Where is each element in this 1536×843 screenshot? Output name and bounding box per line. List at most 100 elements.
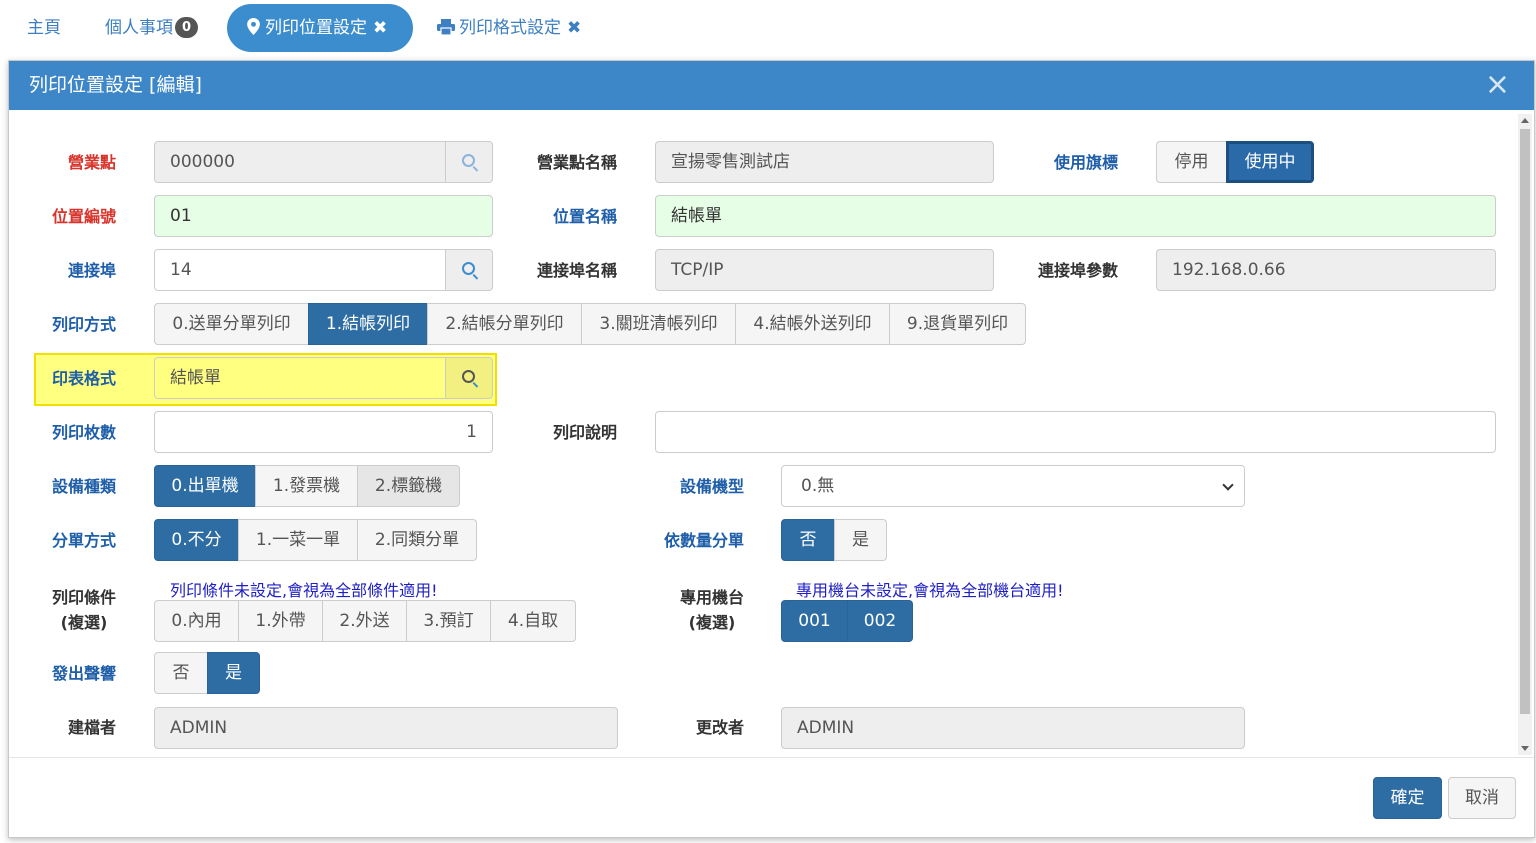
device-type-option-1[interactable]: 1.發票機 [255,465,358,507]
terminals-toggle: 001 002 [781,600,913,642]
split-toggle: 0.不分 1.一菜一單 2.同類分單 [154,519,477,561]
device-model-select[interactable]: 0.無 [781,465,1245,507]
store-id-group: 000000 [154,141,493,183]
modifier-label: 更改者 [695,718,744,737]
conditions-toggle: 0.內用 1.外帶 2.外送 3.預訂 4.自取 [154,600,576,642]
split-option-0[interactable]: 0.不分 [154,519,239,561]
terminals-label: 專用機台 (複選) [680,585,744,635]
flag-active-button[interactable]: 使用中 [1226,141,1314,183]
dialog-footer: 確定 取消 [9,757,1534,839]
tab-print-format[interactable]: 列印格式設定 ✖ [437,4,581,52]
port-search-button[interactable] [445,249,493,291]
terminals-label-line2: (複選) [688,613,736,632]
creator-input[interactable]: ADMIN [154,707,618,749]
tab-print-position-label: 列印位置設定 [265,18,367,38]
note-input[interactable] [655,411,1496,453]
split-option-2[interactable]: 2.同類分單 [357,519,477,561]
flag-disabled-button[interactable]: 停用 [1156,141,1227,183]
condition-option-3[interactable]: 3.預訂 [406,600,491,642]
print-mode-option-9[interactable]: 9.退貨單列印 [889,303,1026,345]
scroll-up-arrow[interactable] [1521,118,1529,123]
port-name-input[interactable]: TCP/IP [655,249,994,291]
beep-yes-button[interactable]: 是 [207,652,260,694]
terminal-option-002[interactable]: 002 [847,600,913,642]
printer-icon [437,19,455,36]
modifier-input[interactable]: ADMIN [781,707,1245,749]
position-name-label: 位置名稱 [552,207,617,226]
qty-split-label: 依數量分單 [663,531,744,550]
position-name-input[interactable]: 結帳單 [655,195,1496,237]
beep-label: 發出聲響 [51,664,116,683]
port-group: 14 [154,249,493,291]
terminal-option-001[interactable]: 001 [781,600,848,642]
port-param-label: 連接埠參數 [1037,261,1118,280]
conditions-label-line1: 列印條件 [51,588,116,607]
qty-split-toggle: 否 是 [781,519,887,561]
port-param-input[interactable]: 192.168.0.66 [1156,249,1496,291]
port-input[interactable]: 14 [154,249,446,291]
tab-print-position[interactable]: 列印位置設定 ✖ [227,4,413,52]
dialog-title: 列印位置設定 [編輯] [29,74,202,96]
conditions-label-line2: (複選) [60,613,108,632]
scroll-down-arrow[interactable] [1521,746,1529,751]
cancel-button[interactable]: 取消 [1448,777,1516,819]
position-no-input[interactable]: 01 [154,195,493,237]
copies-input[interactable]: 1 [154,411,493,453]
search-icon [462,262,475,275]
store-id-input[interactable]: 000000 [154,141,446,183]
port-name-label: 連接埠名稱 [536,261,617,280]
edit-dialog: 列印位置設定 [編輯] × 營業點 000000 營業點名稱 宣揚零售測試店 使… [8,60,1535,838]
flag-label: 使用旗標 [1053,153,1118,172]
close-tab-icon[interactable]: ✖ [373,18,387,38]
store-name-label: 營業點名稱 [536,153,617,172]
tab-home[interactable]: 主頁 [27,4,61,52]
qty-split-yes-button[interactable]: 是 [834,519,887,561]
scrollbar[interactable] [1518,114,1532,755]
print-mode-option-3[interactable]: 3.關班清帳列印 [581,303,736,345]
format-group: 結帳單 [154,357,493,399]
tab-personal-label: 個人事項 [105,18,173,38]
device-type-option-2[interactable]: 2.標籤機 [357,465,460,507]
chevron-down-icon [1222,479,1234,491]
device-model-value: 0.無 [801,476,835,496]
port-label: 連接埠 [67,261,116,280]
print-mode-option-1[interactable]: 1.結帳列印 [308,303,428,345]
flag-toggle: 停用 使用中 [1156,141,1314,183]
close-icon[interactable]: × [1485,67,1510,103]
beep-toggle: 否 是 [154,652,260,694]
condition-option-2[interactable]: 2.外送 [322,600,407,642]
condition-option-0[interactable]: 0.內用 [154,600,239,642]
terminals-hint: 專用機台未設定,會視為全部機台適用! [796,581,1064,600]
close-tab-icon[interactable]: ✖ [567,18,581,38]
map-marker-icon [247,18,260,35]
device-type-option-0[interactable]: 0.出單機 [154,465,256,507]
condition-option-4[interactable]: 4.自取 [490,600,576,642]
print-mode-option-2[interactable]: 2.結帳分單列印 [427,303,582,345]
scrollbar-thumb[interactable] [1520,129,1530,714]
store-search-button[interactable] [445,141,493,183]
position-no-label: 位置編號 [51,207,116,226]
tab-home-label: 主頁 [27,18,61,38]
device-type-toggle: 0.出單機 1.發票機 2.標籤機 [154,465,460,507]
conditions-label: 列印條件 (複選) [52,585,116,635]
personal-count-badge: 0 [175,17,199,38]
store-name-input[interactable]: 宣揚零售測試店 [655,141,994,183]
print-mode-option-4[interactable]: 4.結帳外送列印 [735,303,890,345]
beep-no-button[interactable]: 否 [154,652,208,694]
format-input[interactable]: 結帳單 [154,357,446,399]
tab-print-format-label: 列印格式設定 [459,18,561,38]
tab-personal[interactable]: 個人事項 0 [105,4,199,52]
terminals-label-line1: 專用機台 [679,588,744,607]
condition-option-1[interactable]: 1.外帶 [238,600,323,642]
print-mode-label: 列印方式 [51,315,116,334]
conditions-hint: 列印條件未設定,會視為全部條件適用! [170,581,438,600]
confirm-button[interactable]: 確定 [1373,777,1442,819]
top-tab-bar: 主頁 個人事項 0 列印位置設定 ✖ 列印格式設定 ✖ [0,0,1536,58]
search-icon [462,154,475,167]
device-type-label: 設備種類 [51,477,116,496]
split-option-1[interactable]: 1.一菜一單 [238,519,358,561]
format-search-button[interactable] [445,357,493,399]
dialog-header: 列印位置設定 [編輯] × [9,61,1534,110]
print-mode-option-0[interactable]: 0.送單分單列印 [154,303,309,345]
qty-split-no-button[interactable]: 否 [781,519,835,561]
